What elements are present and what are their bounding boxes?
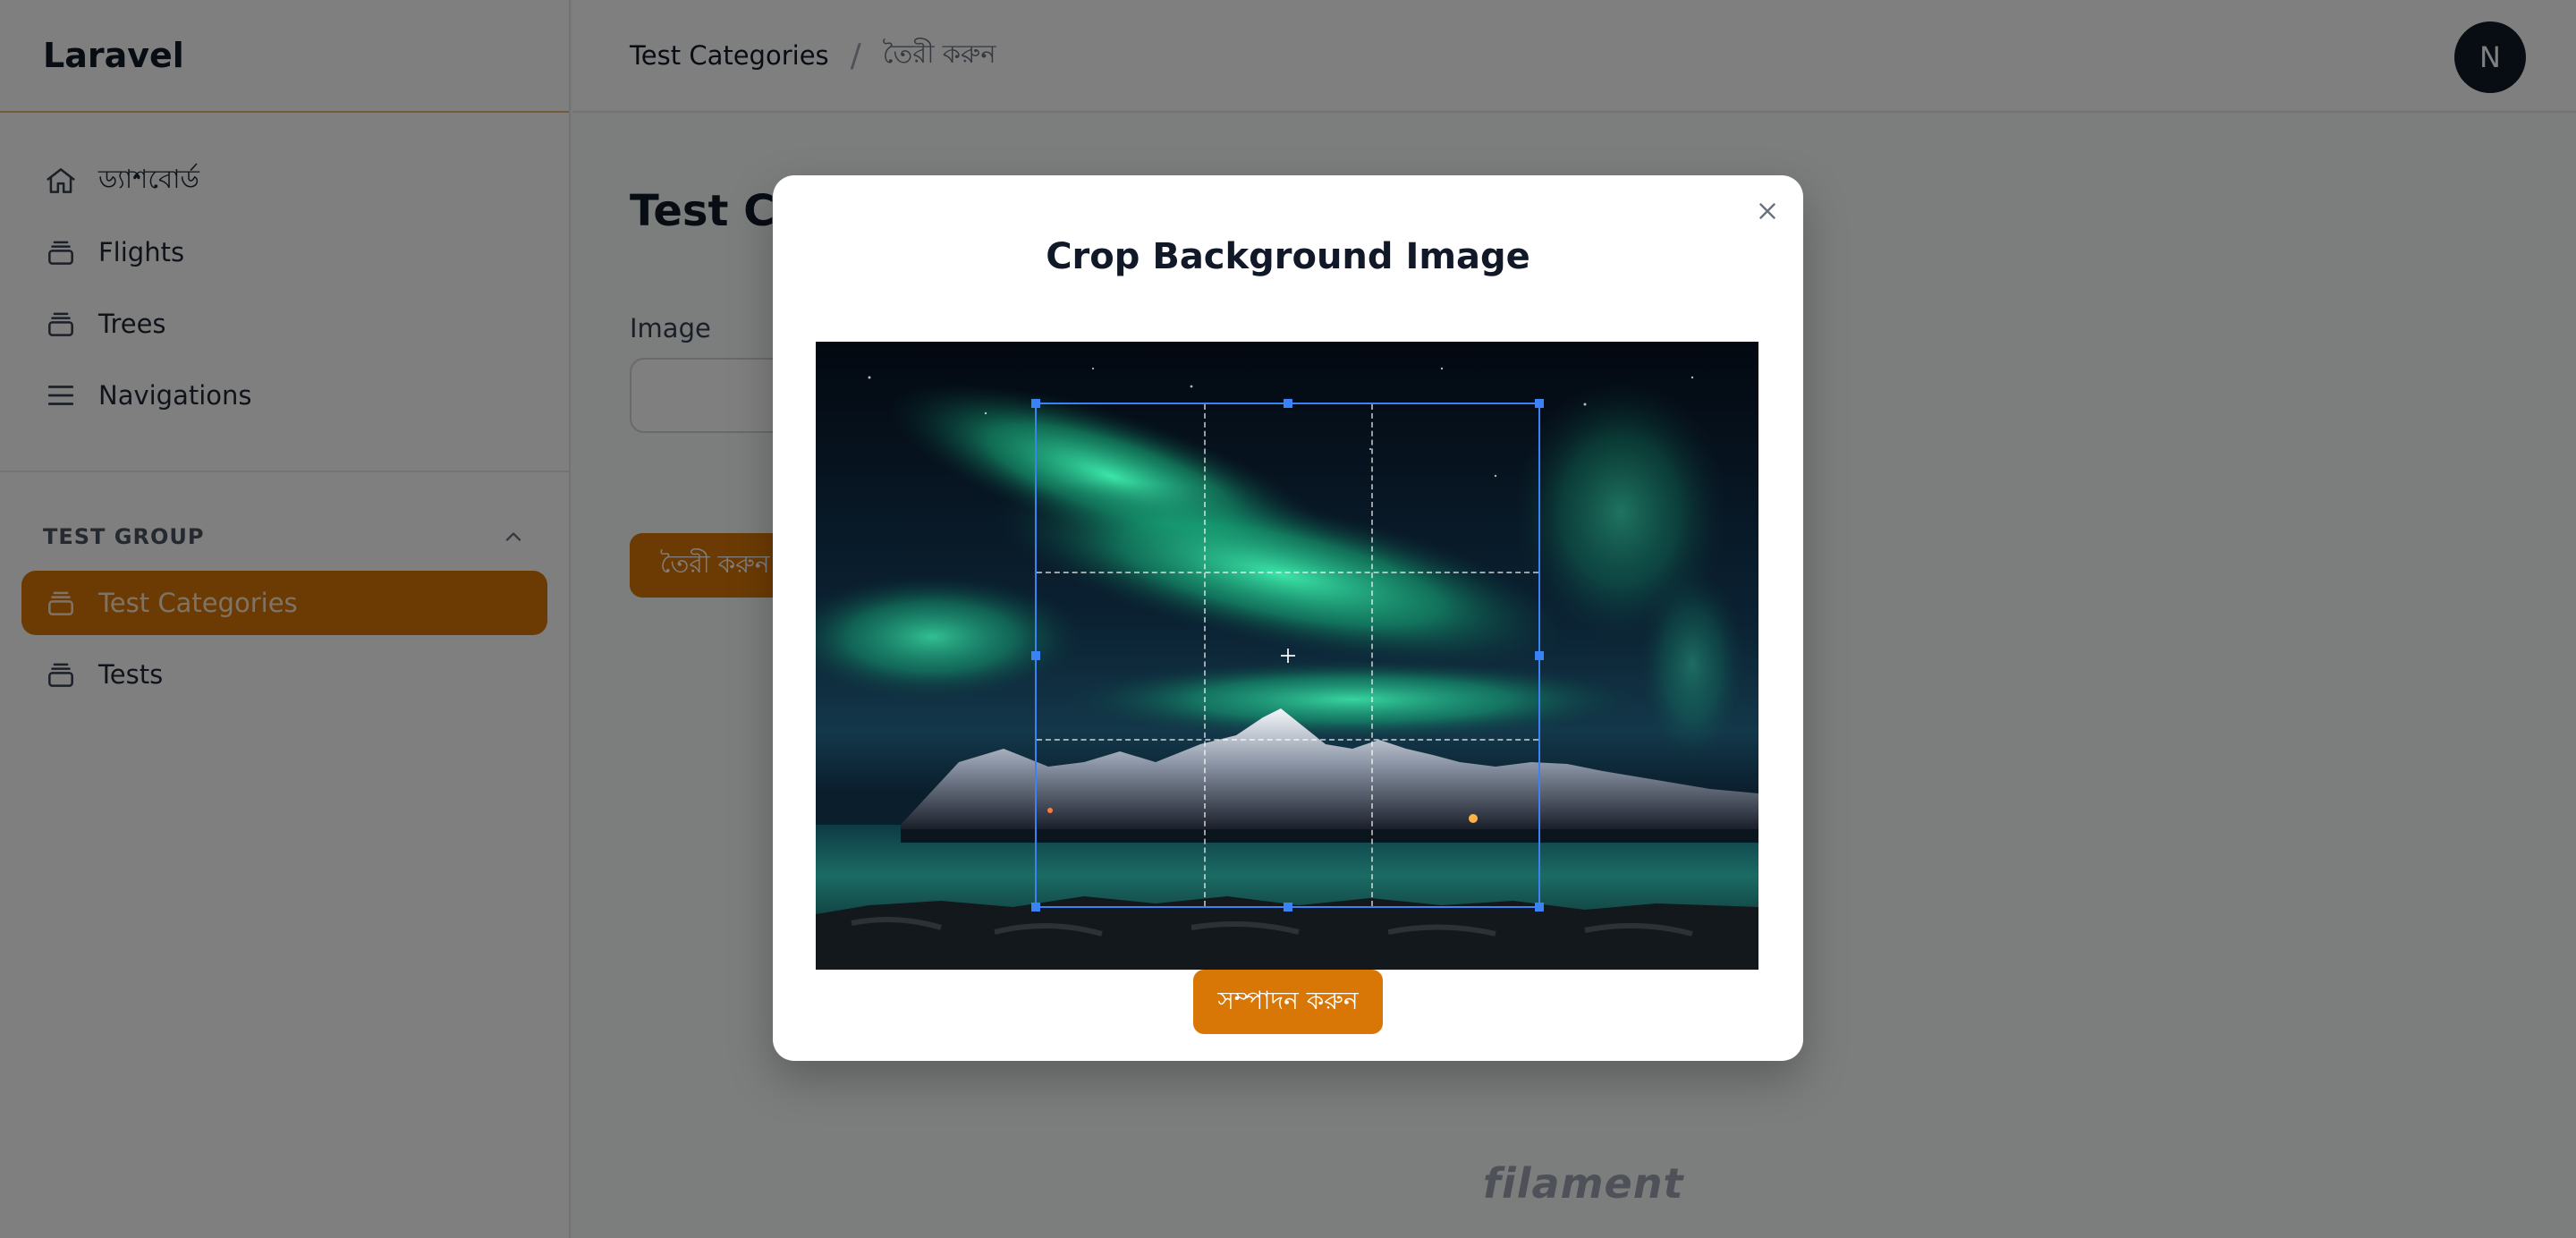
crop-grid-line [1370, 404, 1373, 906]
crop-selection-box[interactable] [1031, 399, 1544, 912]
crop-handle-bottom[interactable] [1283, 903, 1292, 912]
modal-title: Crop Background Image [1046, 236, 1530, 277]
submit-crop-button[interactable]: সম্পাদন করুন [1193, 970, 1383, 1034]
crop-handle-top-left[interactable] [1031, 399, 1040, 408]
crop-handle-top-right[interactable] [1535, 399, 1544, 408]
crop-center-crosshair [1280, 648, 1295, 663]
close-icon[interactable] [1748, 191, 1787, 231]
crop-handle-bottom-left[interactable] [1031, 903, 1040, 912]
crop-grid-line [1037, 571, 1538, 573]
crop-grid-line [1037, 738, 1538, 741]
crop-grid-line [1203, 404, 1206, 906]
crop-handle-right[interactable] [1535, 650, 1544, 660]
crop-handle-top[interactable] [1283, 399, 1292, 408]
crop-modal: Crop Background Image সম্পাদন করুন [773, 175, 1803, 1061]
image-cropper[interactable] [816, 342, 1758, 970]
crop-handle-left[interactable] [1031, 650, 1040, 660]
crop-handle-bottom-right[interactable] [1535, 903, 1544, 912]
